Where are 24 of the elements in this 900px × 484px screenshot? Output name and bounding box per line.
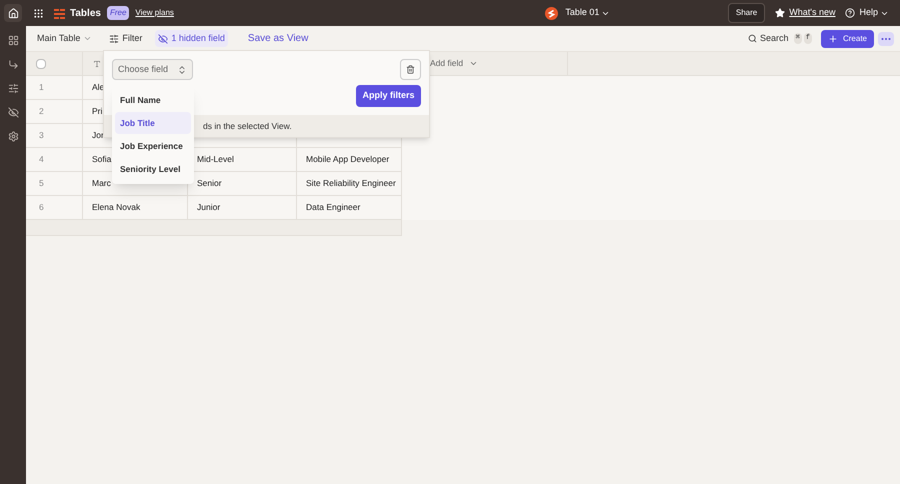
row-number: 5: [39, 177, 44, 190]
create-button[interactable]: Create: [820, 30, 874, 48]
view-plans-link[interactable]: View plans: [135, 7, 174, 19]
save-view-button[interactable]: Save as View: [248, 31, 308, 46]
filter-note: ds in the selected View.: [203, 120, 292, 132]
filter-button[interactable]: Filter: [109, 32, 142, 46]
row-number: 2: [39, 105, 44, 118]
help-menu[interactable]: Help: [859, 6, 889, 20]
share-button[interactable]: Share: [728, 3, 766, 23]
field-select[interactable]: Choose field: [112, 59, 193, 80]
apply-filters-button[interactable]: Apply filters: [356, 85, 421, 107]
row-number: 6: [39, 201, 44, 214]
table-menu[interactable]: Table 01: [565, 6, 610, 20]
app-name: Tables: [70, 6, 101, 20]
row-number: 4: [39, 153, 44, 166]
row-number: 1: [39, 81, 44, 94]
view-menu[interactable]: Main Table: [37, 32, 92, 46]
add-field-button[interactable]: Add field: [430, 57, 478, 70]
plan-badge: Free: [106, 6, 130, 20]
row-number: 3: [39, 129, 44, 142]
hidden-fields-button[interactable]: 1 hidden field: [155, 30, 228, 48]
search-button[interactable]: Search: [748, 32, 789, 46]
field-option[interactable]: Job Title: [115, 112, 191, 134]
whats-new-link[interactable]: What's new: [789, 6, 836, 20]
